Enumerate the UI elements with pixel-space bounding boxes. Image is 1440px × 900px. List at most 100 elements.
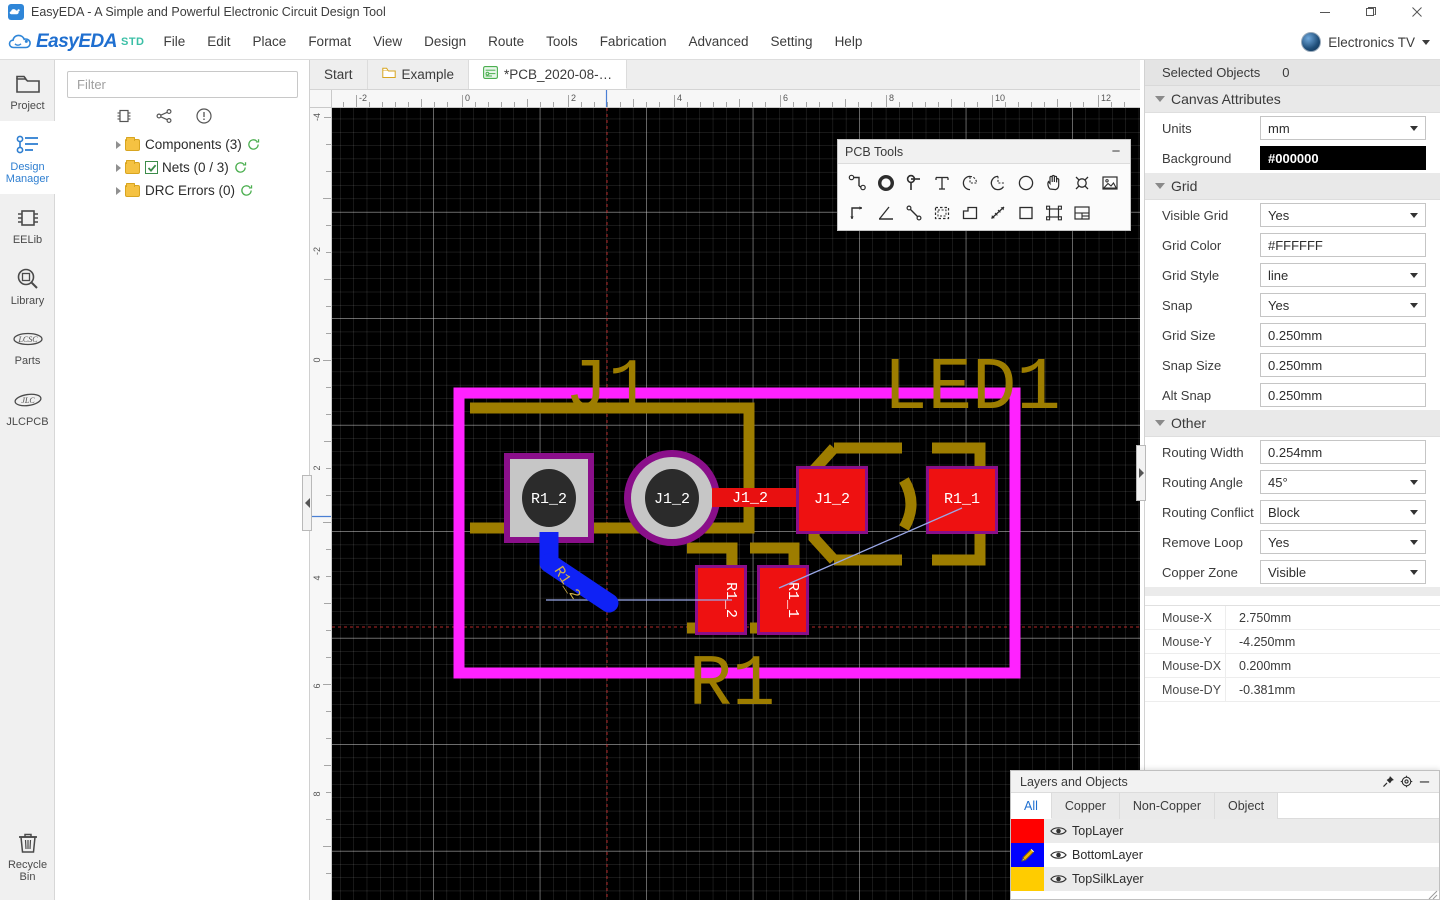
prop-select-grid-style[interactable]: line [1260, 263, 1426, 287]
minimize-icon[interactable] [1415, 775, 1433, 788]
chevron-right-icon[interactable] [111, 187, 125, 195]
menu-tools[interactable]: Tools [535, 24, 589, 60]
menu-view[interactable]: View [362, 24, 413, 60]
text-icon[interactable] [928, 168, 956, 198]
prop-select-snap[interactable]: Yes [1260, 293, 1426, 317]
layer-row-bottomlayer[interactable]: BottomLayer [1011, 843, 1439, 867]
pin-icon[interactable] [1379, 775, 1397, 788]
left-panel-collapse-handle[interactable] [302, 475, 312, 531]
layers-tab-non-copper[interactable]: Non-Copper [1120, 793, 1215, 819]
menu-advanced[interactable]: Advanced [677, 24, 759, 60]
prop-color-background[interactable]: #000000 [1260, 146, 1426, 170]
rail-item-eelib[interactable]: EELib [0, 194, 55, 255]
eye-icon[interactable] [1044, 849, 1072, 861]
svg-text:LCSC: LCSC [17, 335, 38, 344]
refresh-icon[interactable] [240, 184, 253, 197]
refresh-icon[interactable] [234, 161, 247, 174]
menu-help[interactable]: Help [824, 24, 874, 60]
menu-route[interactable]: Route [477, 24, 535, 60]
user-menu[interactable]: Electronics TV [1301, 24, 1430, 60]
layer-row-topsilklayer[interactable]: TopSilkLayer [1011, 867, 1439, 891]
close-icon[interactable] [1394, 0, 1440, 24]
eye-icon[interactable] [1044, 825, 1072, 837]
prop-select-visible-grid[interactable]: Yes [1260, 203, 1426, 227]
menu-edit[interactable]: Edit [196, 24, 241, 60]
dimension-icon[interactable] [844, 198, 872, 228]
arc2-icon[interactable] [984, 168, 1012, 198]
solid-region-icon[interactable] [956, 198, 984, 228]
resize-grip[interactable] [1428, 888, 1438, 898]
tab-example[interactable]: Example [368, 60, 470, 89]
group-icon[interactable] [1040, 198, 1068, 228]
layer-color-swatch-toplayer[interactable] [1011, 819, 1044, 843]
prop-text-snap-size[interactable]: 0.250mm [1260, 353, 1426, 377]
rail-item-library[interactable]: Library [0, 255, 55, 316]
net-icon[interactable] [155, 107, 173, 125]
tree-item-drc-errors[interactable]: DRC Errors (0) [111, 179, 309, 202]
layers-tab-all[interactable]: All [1011, 793, 1052, 819]
rail-item-recycle-bin[interactable]: Recycle Bin [0, 819, 55, 892]
prop-select-copper-zone[interactable]: Visible [1260, 560, 1426, 584]
hand-icon[interactable] [1040, 168, 1068, 198]
rail-item-jlcpcb[interactable]: JLC JLCPCB [0, 376, 55, 437]
maximize-icon[interactable] [1348, 0, 1394, 24]
layer-color-swatch-bottomlayer[interactable] [1011, 843, 1044, 867]
menu-place[interactable]: Place [242, 24, 298, 60]
prop-text-routing-width[interactable]: 0.254mm [1260, 440, 1426, 464]
minimize-icon[interactable]: − [1109, 147, 1123, 157]
group-other[interactable]: Other [1145, 410, 1440, 437]
pad-icon[interactable] [872, 168, 900, 198]
prop-text-grid-size[interactable]: 0.250mm [1260, 323, 1426, 347]
via-icon[interactable] [900, 168, 928, 198]
prop-select-units[interactable]: mm [1260, 116, 1426, 140]
tree-item-nets[interactable]: Nets (0 / 3) [111, 156, 309, 179]
tree-item-components[interactable]: Components (3) [111, 133, 309, 156]
prop-select-routing-angle[interactable]: 45° [1260, 470, 1426, 494]
track-icon[interactable] [844, 168, 872, 198]
layer-color-swatch-topsilklayer[interactable] [1011, 867, 1044, 891]
filter-input[interactable] [67, 71, 298, 98]
pcb-tools-header[interactable]: PCB Tools − [838, 140, 1130, 164]
menu-fabrication[interactable]: Fabrication [589, 24, 678, 60]
layers-tab-object[interactable]: Object [1215, 793, 1278, 819]
menu-format[interactable]: Format [297, 24, 362, 60]
tab-start[interactable]: Start [310, 60, 368, 89]
menu-file[interactable]: File [153, 24, 197, 60]
polyline-icon[interactable] [900, 198, 928, 228]
rail-item-design-manager[interactable]: Design Manager [0, 121, 55, 194]
refresh-icon[interactable] [247, 138, 260, 151]
drc-icon[interactable] [195, 107, 213, 125]
layers-tab-copper[interactable]: Copper [1052, 793, 1120, 819]
eye-icon[interactable] [1044, 873, 1072, 885]
pcb-tools-palette[interactable]: PCB Tools − [837, 139, 1131, 231]
copper-area-icon[interactable] [928, 198, 956, 228]
minimize-icon[interactable] [1302, 0, 1348, 24]
nets-checkbox[interactable] [145, 161, 158, 174]
group-grid[interactable]: Grid [1145, 173, 1440, 200]
chevron-right-icon[interactable] [111, 164, 125, 172]
menu-design[interactable]: Design [413, 24, 477, 60]
rail-item-project[interactable]: Project [0, 60, 55, 121]
tab-pcb-document[interactable]: *PCB_2020-08-… [469, 60, 627, 89]
rail-item-parts[interactable]: LCSC Parts [0, 315, 55, 376]
layer-row-toplayer[interactable]: TopLayer [1011, 819, 1439, 843]
hole-icon[interactable] [1068, 168, 1096, 198]
arc-icon[interactable] [956, 168, 984, 198]
gear-icon[interactable] [1397, 775, 1415, 788]
easyeda-logo[interactable]: EasyEDA STD [8, 31, 145, 53]
panel-icon[interactable] [1068, 198, 1096, 228]
prop-text-alt-snap[interactable]: 0.250mm [1260, 383, 1426, 407]
menu-setting[interactable]: Setting [760, 24, 824, 60]
component-icon[interactable] [115, 107, 133, 125]
chevron-right-icon[interactable] [111, 141, 125, 149]
right-panel-collapse-handle[interactable] [1136, 445, 1146, 501]
group-canvas-attributes[interactable]: Canvas Attributes [1145, 86, 1440, 113]
image-icon[interactable] [1096, 168, 1124, 198]
prop-select-remove-loop[interactable]: Yes [1260, 530, 1426, 554]
angle-icon[interactable] [872, 198, 900, 228]
rect-icon[interactable] [1012, 198, 1040, 228]
prop-select-routing-conflict[interactable]: Block [1260, 500, 1426, 524]
circle-icon[interactable] [1012, 168, 1040, 198]
measure-icon[interactable] [984, 198, 1012, 228]
prop-text-grid-color[interactable]: #FFFFFF [1260, 233, 1426, 257]
